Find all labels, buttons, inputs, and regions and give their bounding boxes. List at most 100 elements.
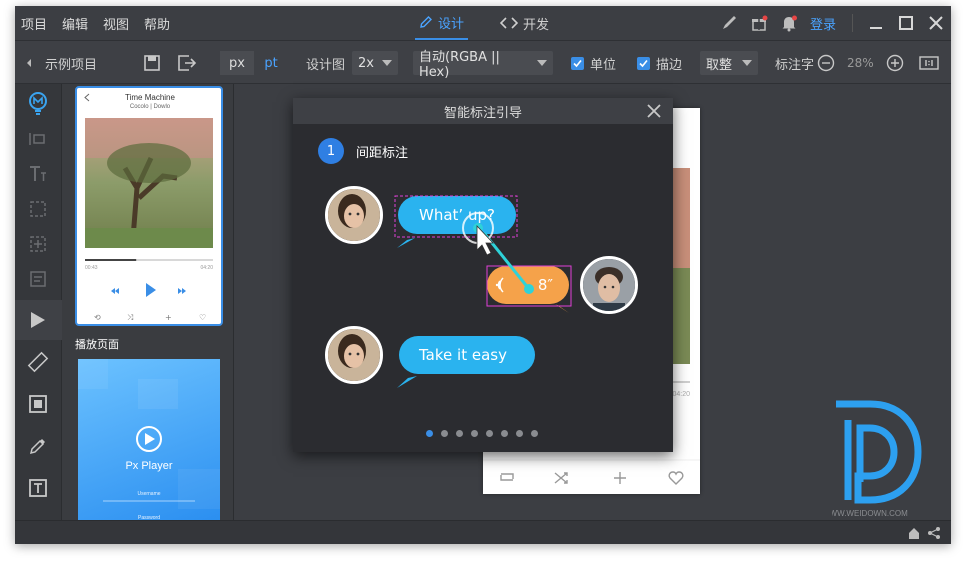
artboard-list: Time Machine Cocolo | Dowlo 00:43 04:20 … — [63, 84, 234, 524]
divider — [852, 14, 853, 32]
design-scale-label-text: 设计图 — [306, 57, 346, 73]
color-format-dropdown[interactable]: 自动(RGBA || Hex) — [413, 50, 553, 80]
pager-dot[interactable] — [441, 430, 448, 437]
artboard-thumb-player[interactable]: Time Machine Cocolo | Dowlo 00:43 04:20 … — [75, 86, 223, 326]
text-frame-icon — [29, 479, 47, 497]
play-pointer-icon — [31, 312, 45, 328]
pager-dot[interactable] — [486, 430, 493, 437]
note-tool[interactable] — [23, 264, 53, 294]
unit-pt-button[interactable]: pt — [254, 51, 288, 75]
pager-dot[interactable] — [531, 430, 538, 437]
coordinate-tool[interactable] — [23, 229, 53, 259]
measure-overlay — [394, 195, 572, 388]
artboard-thumb-login[interactable]: Px Player Username Password — [78, 359, 220, 524]
close-icon — [929, 16, 943, 30]
unit-checkbox[interactable]: 单位 — [571, 41, 616, 85]
menu-help[interactable]: 帮助 — [144, 14, 170, 33]
login-link[interactable]: 登录 — [810, 14, 836, 33]
bell-icon[interactable] — [777, 11, 801, 35]
toolbar: 示例项目 px pt 设计图 2x 自动(RGBA || Hex) 单位 描边 … — [15, 40, 951, 84]
maximize-button[interactable] — [891, 6, 921, 40]
smart-mark-tool[interactable] — [23, 88, 53, 118]
time-end: 04:20 — [200, 265, 213, 271]
svg-text:⤨: ⤨ — [127, 313, 134, 322]
design-scale-label: 设计图 — [306, 41, 345, 85]
chevron-down-icon — [537, 60, 547, 66]
watermark-logo: WWW.WEIDOWN.COM — [832, 400, 922, 518]
menu-edit[interactable]: 编辑 — [62, 14, 88, 33]
annotation-font-control: 标注字 — [775, 41, 814, 85]
pager-dot[interactable] — [426, 430, 433, 437]
tab-design[interactable]: 设计 — [415, 6, 469, 40]
shuffle-icon[interactable] — [554, 472, 568, 484]
text-tool[interactable] — [23, 159, 53, 189]
pager-dot[interactable] — [456, 430, 463, 437]
slice-tool[interactable] — [23, 305, 53, 335]
rounding-dropdown-wrap: 取整 — [700, 41, 758, 85]
design-scale-dropdown[interactable]: 2x — [352, 51, 398, 75]
chevron-down-icon — [742, 60, 752, 66]
login-screen-preview: Px Player Username Password — [78, 359, 220, 521]
pencil-icon — [420, 16, 432, 28]
area-tool[interactable] — [23, 194, 53, 224]
dashed-rect-icon — [30, 201, 46, 217]
spacing-tool[interactable] — [23, 124, 53, 154]
project-name: 示例项目 — [45, 57, 98, 73]
zoom-out-icon — [817, 54, 835, 72]
mode-switch: 设计 开发 — [415, 6, 581, 40]
home-icon[interactable] — [907, 526, 921, 540]
check-icon — [637, 56, 650, 70]
status-bar — [15, 520, 951, 544]
actual-size-button[interactable] — [919, 41, 939, 85]
svg-text:⟲: ⟲ — [94, 313, 101, 322]
stroke-checkbox[interactable]: 描边 — [637, 41, 682, 85]
close-button[interactable] — [921, 6, 951, 40]
check-icon — [571, 56, 584, 70]
zoom-value: 28% — [847, 56, 874, 70]
spacing-icon — [29, 133, 45, 145]
pager-dot[interactable] — [501, 430, 508, 437]
menu-bar: 项目 编辑 视图 帮助 — [21, 6, 185, 40]
tab-develop[interactable]: 开发 — [496, 6, 553, 40]
canvas-area[interactable]: 04:20 智能标注引导 1 间距标注 What’ up? 8″ Take it… — [234, 84, 951, 520]
unit-toggle: px pt — [220, 41, 288, 85]
unit-checkbox-label: 单位 — [590, 57, 617, 73]
brush-icon[interactable] — [717, 11, 741, 35]
tool-sidebar — [15, 84, 62, 520]
text-frame-tool[interactable] — [23, 473, 53, 503]
lightbulb-icon — [29, 92, 47, 115]
save-button[interactable] — [143, 41, 161, 85]
pager-dot[interactable] — [516, 430, 523, 437]
color-picker-tool[interactable] — [23, 431, 53, 461]
unit-px-button[interactable]: px — [220, 51, 254, 75]
menu-project[interactable]: 项目 — [21, 14, 47, 33]
username-field: Username — [137, 491, 160, 497]
ruler-tool[interactable] — [23, 347, 53, 377]
actual-size-icon — [919, 56, 939, 70]
svg-text:+: + — [165, 313, 172, 322]
measure-box-1 — [394, 195, 518, 238]
frame-tool[interactable] — [23, 389, 53, 419]
color-format-dropdown-wrap: 自动(RGBA || Hex) — [413, 41, 553, 85]
app-window: 项目 编辑 视图 帮助 设计 开发 登录 示例项目 px pt 设计图 2x 自… — [15, 6, 951, 544]
zoom-level: 28% — [847, 41, 874, 85]
add-icon[interactable] — [614, 472, 626, 484]
time-start: 00:43 — [85, 265, 98, 271]
player-screen-preview: Time Machine Cocolo | Dowlo 00:43 04:20 … — [84, 93, 213, 322]
menu-view[interactable]: 视图 — [103, 14, 129, 33]
pager-dot[interactable] — [471, 430, 478, 437]
save-icon — [144, 55, 160, 71]
smart-mark-guide-dialog: 智能标注引导 1 间距标注 What’ up? 8″ Take it easy — [293, 98, 673, 452]
design-scale-value: 2x — [358, 55, 374, 71]
title-actions: 登录 — [714, 6, 951, 40]
minimize-button[interactable] — [861, 6, 891, 40]
zoom-in-button[interactable] — [886, 41, 904, 85]
heart-icon[interactable] — [668, 471, 684, 485]
gift-icon[interactable] — [747, 11, 771, 35]
share-icon[interactable] — [927, 526, 941, 540]
rounding-dropdown[interactable]: 取整 — [700, 51, 758, 75]
repeat-icon[interactable] — [500, 473, 514, 481]
project-selector[interactable]: 示例项目 — [25, 41, 97, 85]
zoom-out-button[interactable] — [817, 41, 835, 85]
export-button[interactable] — [177, 41, 197, 85]
